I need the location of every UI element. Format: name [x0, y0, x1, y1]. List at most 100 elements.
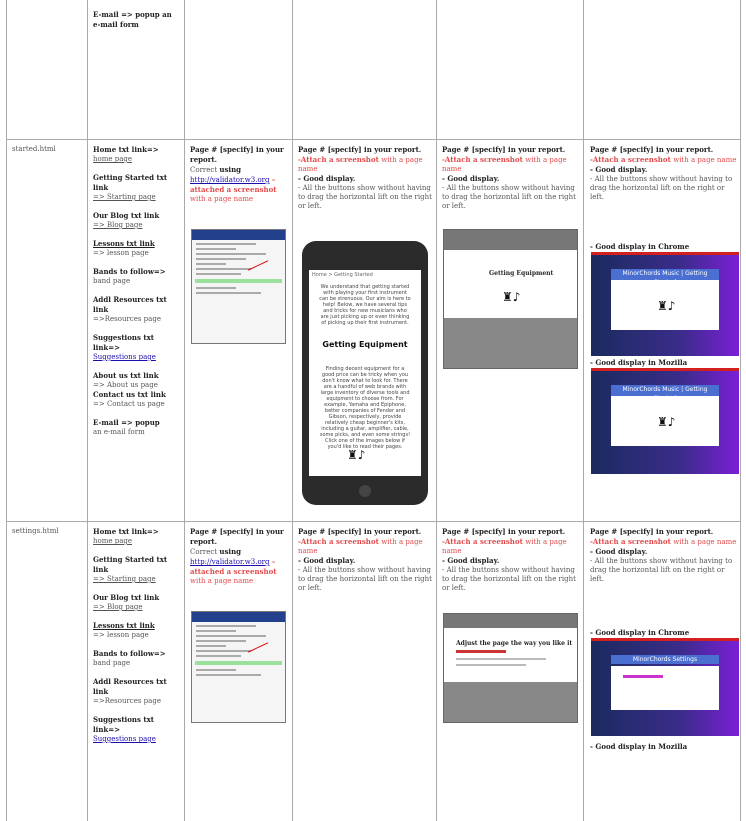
- correct-text: Correct: [190, 166, 220, 174]
- suggestions-link-label: Suggestions txt link=>: [93, 333, 154, 352]
- phone-screen: Home > Getting Started We understand tha…: [309, 270, 421, 476]
- blog-link-label: Our Blog txt link: [93, 593, 160, 602]
- col-divider-0: [6, 0, 7, 821]
- chrome-screenshot: MinorChords Settings: [591, 638, 739, 736]
- good-display: - Good display.: [590, 165, 648, 174]
- row0-nav-cell: E-mail => popup an e-mail form: [93, 10, 179, 30]
- phone-intro: We understand that getting started with …: [319, 284, 411, 326]
- mozilla-screenshot: MinorChords Music | Getting Started ♜♪: [591, 368, 739, 474]
- about-link-target[interactable]: => About us page: [93, 381, 158, 389]
- suggestions-link-target[interactable]: Suggestions page: [93, 353, 156, 361]
- row1-filename: started.html: [12, 145, 56, 153]
- guitar-amp-icon: ♜♪: [657, 299, 676, 313]
- validator-screenshot: [191, 229, 286, 344]
- row1-validate-cell: Page # [specify] in your report. Correct…: [190, 145, 286, 204]
- resources-link-label: Addl Resources txt link: [93, 677, 167, 696]
- blog-link-target[interactable]: => Blog page: [93, 221, 143, 229]
- page-name-text: with a page name: [673, 538, 737, 546]
- buttons-note: - All the buttons show without having to…: [442, 184, 576, 210]
- phone-breadcrumb[interactable]: Home > Getting Started: [312, 272, 373, 278]
- guitar-amp-icon: ♜♪: [347, 448, 366, 462]
- home-link-label: Home txt link=>: [93, 145, 159, 154]
- validator-link[interactable]: http://validator.w3.org: [190, 558, 270, 566]
- row2-filename: settings.html: [12, 527, 59, 535]
- phone-body: Finding decent equipment for a good pric…: [319, 366, 411, 450]
- validator-link[interactable]: http://validator.w3.org: [190, 176, 270, 184]
- suggestions-link-label: Suggestions txt link=>: [93, 715, 154, 734]
- mozilla-label: - Good display in Mozilla: [590, 742, 688, 751]
- phone-mockup: Home > Getting Started We understand tha…: [302, 241, 428, 505]
- good-display: - Good display.: [442, 556, 500, 565]
- validator-screenshot: [191, 611, 286, 723]
- buttons-note: - All the buttons show without having to…: [442, 566, 576, 592]
- col-divider-6: [740, 0, 741, 821]
- resources-link-target[interactable]: =>Resources page: [93, 315, 161, 323]
- good-display: - Good display.: [590, 547, 648, 556]
- email-label: E-mail => popup an e-mail form: [93, 10, 172, 29]
- getting-started-link-target[interactable]: => Starting page: [93, 193, 156, 201]
- page-name-text: with a page name: [190, 577, 254, 585]
- getting-started-link-target[interactable]: => Starting page: [93, 575, 156, 583]
- home-link-target[interactable]: home page: [93, 155, 132, 163]
- good-display: - Good display.: [298, 174, 356, 183]
- page-spec: Page # [specify] in your report.: [590, 145, 714, 154]
- row1-nav-cell: Home txt link=> home page Getting Started…: [93, 145, 181, 437]
- good-display: - Good display.: [442, 174, 500, 183]
- home-link-label: Home txt link=>: [93, 527, 159, 536]
- gray-shot-title: Adjust the page the way you like it: [456, 640, 573, 647]
- contact-link-target[interactable]: => Contact us page: [93, 400, 165, 408]
- attach-text: -Attach a screenshot: [298, 155, 382, 164]
- getting-started-link-label: Getting Started txt link: [93, 555, 168, 574]
- getting-started-link-label: Getting Started txt link: [93, 173, 168, 192]
- col-divider-5: [583, 0, 584, 821]
- gray-shot-title: Getting Equipment: [489, 270, 554, 277]
- col-divider-3: [292, 0, 293, 821]
- email-link-target[interactable]: an e-mail form: [93, 428, 145, 436]
- buttons-note: - All the buttons show without having to…: [298, 566, 432, 592]
- attach-text: -Attach a screenshot: [442, 155, 526, 164]
- page-spec: Page # [specify] in your report.: [298, 145, 422, 154]
- row2-gray-cell: Page # [specify] in your report. -Attach…: [442, 527, 580, 593]
- col-divider-2: [184, 0, 185, 821]
- row2-text-cell: Page # [specify] in your report. -Attach…: [298, 527, 434, 593]
- page-name-text: with a page name: [190, 195, 254, 203]
- blog-link-target[interactable]: => Blog page: [93, 603, 143, 611]
- chrome-label: - Good display in Chrome: [590, 628, 690, 637]
- gray-desktop-screenshot: Getting Equipment ♜♪: [443, 229, 578, 369]
- contact-link-label: Contact us txt link: [93, 390, 166, 399]
- using-text: using: [219, 547, 242, 556]
- bands-link-target[interactable]: band page: [93, 659, 130, 667]
- row2-nav-cell: Home txt link=> home page Getting Started…: [93, 527, 181, 744]
- page-spec: Page # [specify] in your report.: [298, 527, 422, 536]
- buttons-note: - All the buttons show without having to…: [298, 184, 432, 210]
- chrome-label: - Good display in Chrome: [590, 242, 690, 251]
- row1-phone-cell: Page # [specify] in your report. -Attach…: [298, 145, 434, 211]
- blog-link-label: Our Blog txt link: [93, 211, 160, 220]
- lessons-link-label: Lessons txt link: [93, 239, 155, 248]
- row2-validate-cell: Page # [specify] in your report. Correct…: [190, 527, 286, 586]
- row2-browser-cell: Page # [specify] in your report. -Attach…: [590, 527, 738, 584]
- bands-link-label: Bands to follow=>: [93, 267, 166, 276]
- lessons-link-target[interactable]: => lesson page: [93, 631, 149, 639]
- suggestions-link-target[interactable]: Suggestions page: [93, 735, 156, 743]
- attach-text: -Attach a screenshot: [590, 537, 674, 546]
- bands-link-target[interactable]: band page: [93, 277, 130, 285]
- page-name-text: with a page name: [673, 156, 737, 164]
- phone-heading: Getting Equipment: [322, 340, 408, 349]
- home-link-target[interactable]: home page: [93, 537, 132, 545]
- gray-desktop-screenshot: Adjust the page the way you like it: [443, 613, 578, 723]
- row1-browser-cell: Page # [specify] in your report. -Attach…: [590, 145, 738, 202]
- resources-link-label: Addl Resources txt link: [93, 295, 167, 314]
- row-divider-1: [6, 139, 740, 140]
- lessons-link-target[interactable]: => lesson page: [93, 249, 149, 257]
- page-spec: Page # [specify] in your report.: [442, 145, 566, 154]
- lessons-link-label: Lessons txt link: [93, 621, 155, 630]
- page-spec: Page # [specify] in your report.: [590, 527, 714, 536]
- chrome-screenshot: MinorChords Music | Getting Started ♜♪: [591, 252, 739, 356]
- row1-gray-cell: Page # [specify] in your report. -Attach…: [442, 145, 580, 211]
- about-link-label: About us txt link: [93, 371, 159, 380]
- chrome-site-title: MinorChords Settings: [611, 655, 719, 664]
- good-display: - Good display.: [298, 556, 356, 565]
- mozilla-label: - Good display in Mozilla: [590, 358, 688, 367]
- resources-link-target[interactable]: =>Resources page: [93, 697, 161, 705]
